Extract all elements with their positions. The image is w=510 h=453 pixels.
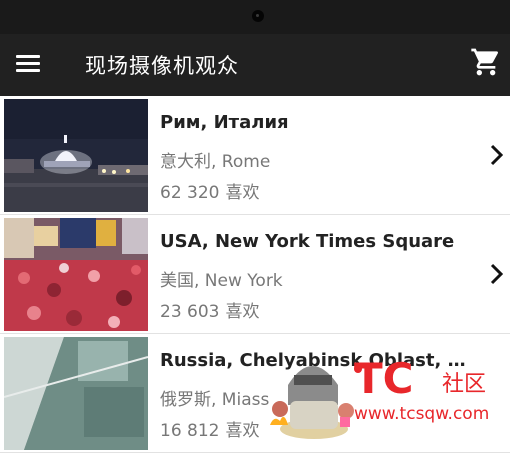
watermark-badge: 社区: [442, 372, 486, 397]
webcam-thumbnail-new-york[interactable]: [4, 218, 148, 331]
shopping-cart-icon[interactable]: [470, 46, 502, 78]
likes-count: 23 603: [160, 302, 220, 322]
front-camera-icon: [252, 10, 264, 22]
webcam-likes: 23 603 喜欢: [160, 297, 259, 322]
webcam-location: 意大利, Rome: [160, 152, 271, 172]
status-bar: [0, 0, 510, 34]
webcam-likes: 16 812 喜欢: [160, 416, 259, 441]
likes-label: 喜欢: [225, 183, 260, 203]
watermark-url: www.tcsqw.com: [354, 404, 489, 424]
likes-label: 喜欢: [225, 421, 260, 441]
webcam-likes: 62 320 喜欢: [160, 178, 259, 203]
chevron-right-icon[interactable]: [488, 143, 506, 167]
hamburger-menu-icon[interactable]: [14, 52, 42, 78]
webcam-location: 俄罗斯, Miass: [160, 390, 270, 410]
likes-count: 62 320: [160, 183, 220, 203]
watermark-brand: TC: [354, 354, 413, 403]
chevron-right-icon[interactable]: [488, 262, 506, 286]
webcam-thumbnail-rome[interactable]: [4, 99, 148, 212]
mascot-icon: [270, 366, 354, 439]
webcam-row-new-york[interactable]: USA, New York Times Square 美国, New York …: [0, 215, 510, 334]
likes-label: 喜欢: [225, 302, 260, 322]
webcam-thumbnail-miass[interactable]: [4, 337, 148, 450]
likes-count: 16 812: [160, 421, 220, 441]
webcam-title: USA, New York Times Square: [160, 231, 455, 252]
page-title: 现场摄像机观众: [85, 54, 239, 78]
webcam-location: 美国, New York: [160, 271, 283, 291]
app-bar: 现场摄像机观众: [0, 34, 510, 96]
webcam-title: Рим, Италия: [160, 112, 289, 133]
webcam-row-rome[interactable]: Рим, Италия 意大利, Rome 62 320 喜欢: [0, 96, 510, 215]
site-watermark: TC 社区 www.tcsqw.com: [262, 345, 510, 442]
